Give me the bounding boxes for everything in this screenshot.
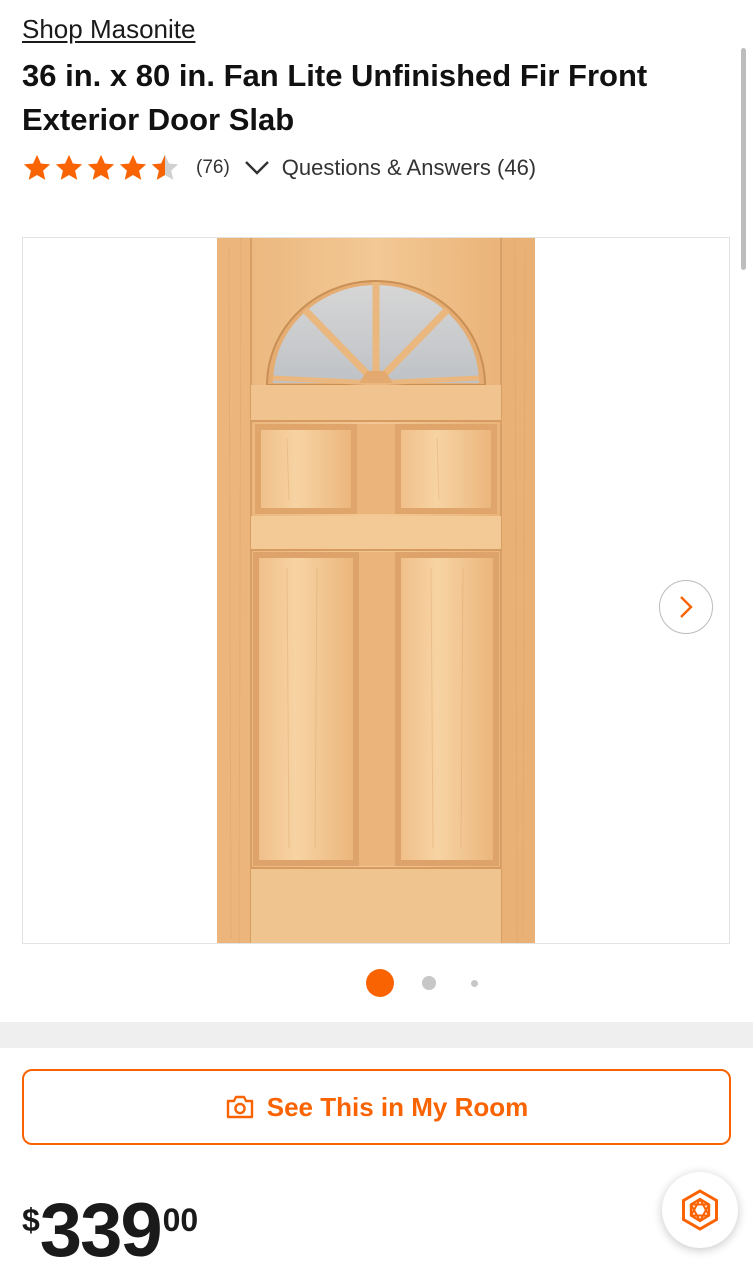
price-whole: 339	[39, 1188, 163, 1273]
star-rating[interactable]	[22, 153, 182, 183]
see-in-room-label: See This in My Room	[266, 1091, 529, 1122]
review-count[interactable]: (76)	[196, 157, 230, 179]
rating-row: (76) Questions & Answers (46)	[22, 150, 536, 186]
questions-answers-link[interactable]: Questions & Answers (46)	[282, 155, 536, 181]
gallery-dot[interactable]	[471, 980, 478, 987]
section-divider	[0, 1022, 753, 1048]
product-header-card: Shop Masonite 36 in. x 80 in. Fan Lite U…	[0, 0, 753, 1022]
brand-link[interactable]: Shop Masonite	[22, 14, 195, 45]
see-in-room-button[interactable]: See This in My Room	[22, 1069, 731, 1145]
gallery-dot-active[interactable]	[366, 969, 394, 997]
half-star-icon	[151, 154, 179, 180]
scrollbar[interactable]	[741, 48, 746, 270]
star-icon	[55, 154, 83, 180]
gallery-pagination	[0, 966, 753, 1000]
chevron-right-icon	[680, 596, 693, 618]
hexagon-assistant-icon	[682, 1189, 718, 1231]
product-price: $ 339 00	[22, 1188, 198, 1280]
assistant-button[interactable]	[662, 1172, 738, 1248]
star-icon	[119, 154, 147, 180]
chevron-down-icon[interactable]	[244, 160, 270, 176]
price-currency: $	[22, 1202, 40, 1238]
product-title: 36 in. x 80 in. Fan Lite Unfinished Fir …	[22, 58, 648, 137]
door-product-image	[217, 238, 535, 943]
star-icon	[87, 154, 115, 180]
star-icon	[23, 154, 51, 180]
gallery-dot[interactable]	[422, 976, 436, 990]
camera-icon	[226, 1095, 253, 1119]
price-cents: 00	[162, 1202, 199, 1238]
next-image-button[interactable]	[659, 580, 713, 634]
product-image-gallery[interactable]	[22, 237, 730, 944]
